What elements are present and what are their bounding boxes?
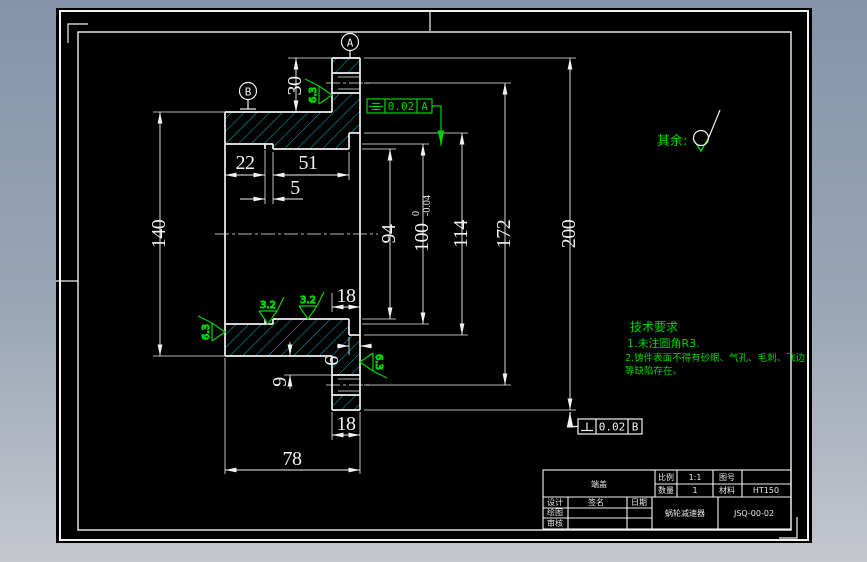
gdt1-datum: A bbox=[421, 100, 428, 113]
tb-row1-col3: 日期 bbox=[631, 498, 647, 507]
dim-51: 51 bbox=[299, 152, 318, 174]
paper bbox=[56, 8, 812, 543]
dim-200: 200 bbox=[558, 219, 580, 248]
tb-sheet-label: 图号 bbox=[719, 473, 735, 482]
gdt2-value: 0.02 bbox=[599, 421, 626, 434]
svg-text:3.2: 3.2 bbox=[260, 300, 276, 311]
tb-row1-col2: 签名 bbox=[588, 497, 604, 507]
tb-qty-value: 1 bbox=[692, 486, 697, 495]
dim-172: 172 bbox=[493, 220, 515, 249]
svg-text:6.3: 6.3 bbox=[373, 354, 384, 370]
dim-22: 22 bbox=[236, 152, 255, 174]
tb-row3-label: 审核 bbox=[547, 518, 563, 528]
tb-material-value: HT150 bbox=[753, 486, 779, 495]
dim-100: 100 bbox=[411, 223, 433, 252]
dim-100-upper: 0 bbox=[411, 211, 422, 216]
tb-row2-label: 绘图 bbox=[547, 507, 563, 517]
tb-qty-label: 数量 bbox=[658, 485, 674, 495]
tb-row1-label: 设计 bbox=[547, 497, 563, 507]
datum-a-label: A bbox=[347, 37, 354, 50]
tb-drawing-no: JSQ-00-02 bbox=[733, 509, 774, 518]
dim-94: 94 bbox=[378, 224, 400, 244]
dim-140: 140 bbox=[148, 219, 170, 248]
dim-100-lower: -0.04 bbox=[422, 195, 433, 216]
notes-line1: 1.未注圆角R3. bbox=[627, 336, 700, 350]
cad-viewport: 22 51 5 18 18 78 140 30 94 100 0 -0.04 1… bbox=[0, 0, 867, 562]
dim-114: 114 bbox=[450, 220, 472, 248]
dim-18a: 18 bbox=[337, 285, 357, 307]
tb-scale-label: 比例 bbox=[658, 472, 674, 482]
notes-line3: 等缺陷存在。 bbox=[625, 365, 682, 377]
svg-text:6.3: 6.3 bbox=[201, 324, 212, 340]
dim-18b: 18 bbox=[337, 413, 357, 435]
notes-line2: 2.铸件表面不得有砂眼、气孔、毛刺、飞边 bbox=[625, 352, 806, 364]
svg-text:6.3: 6.3 bbox=[308, 87, 319, 103]
datum-b-label: B bbox=[245, 86, 252, 99]
dim-6: 6 bbox=[321, 356, 343, 366]
dim-9: 9 bbox=[269, 377, 291, 387]
gdt1-value: 0.02 bbox=[388, 100, 415, 113]
dim-5: 5 bbox=[290, 177, 300, 199]
cad-canvas[interactable]: 22 51 5 18 18 78 140 30 94 100 0 -0.04 1… bbox=[0, 0, 867, 562]
dim-78: 78 bbox=[283, 448, 303, 470]
tb-material-label: 材料 bbox=[719, 485, 735, 495]
rest-label: 其余: bbox=[657, 133, 687, 149]
dim-30: 30 bbox=[284, 76, 306, 96]
tb-scale-value: 1:1 bbox=[689, 473, 702, 482]
notes-title: 技术要求 bbox=[630, 320, 678, 334]
tb-org-name: 蜗轮减速器 bbox=[665, 508, 705, 518]
tb-part-name: 端盖 bbox=[591, 479, 607, 489]
svg-text:3.2: 3.2 bbox=[300, 295, 316, 306]
gdt2-datum: B bbox=[632, 421, 639, 434]
